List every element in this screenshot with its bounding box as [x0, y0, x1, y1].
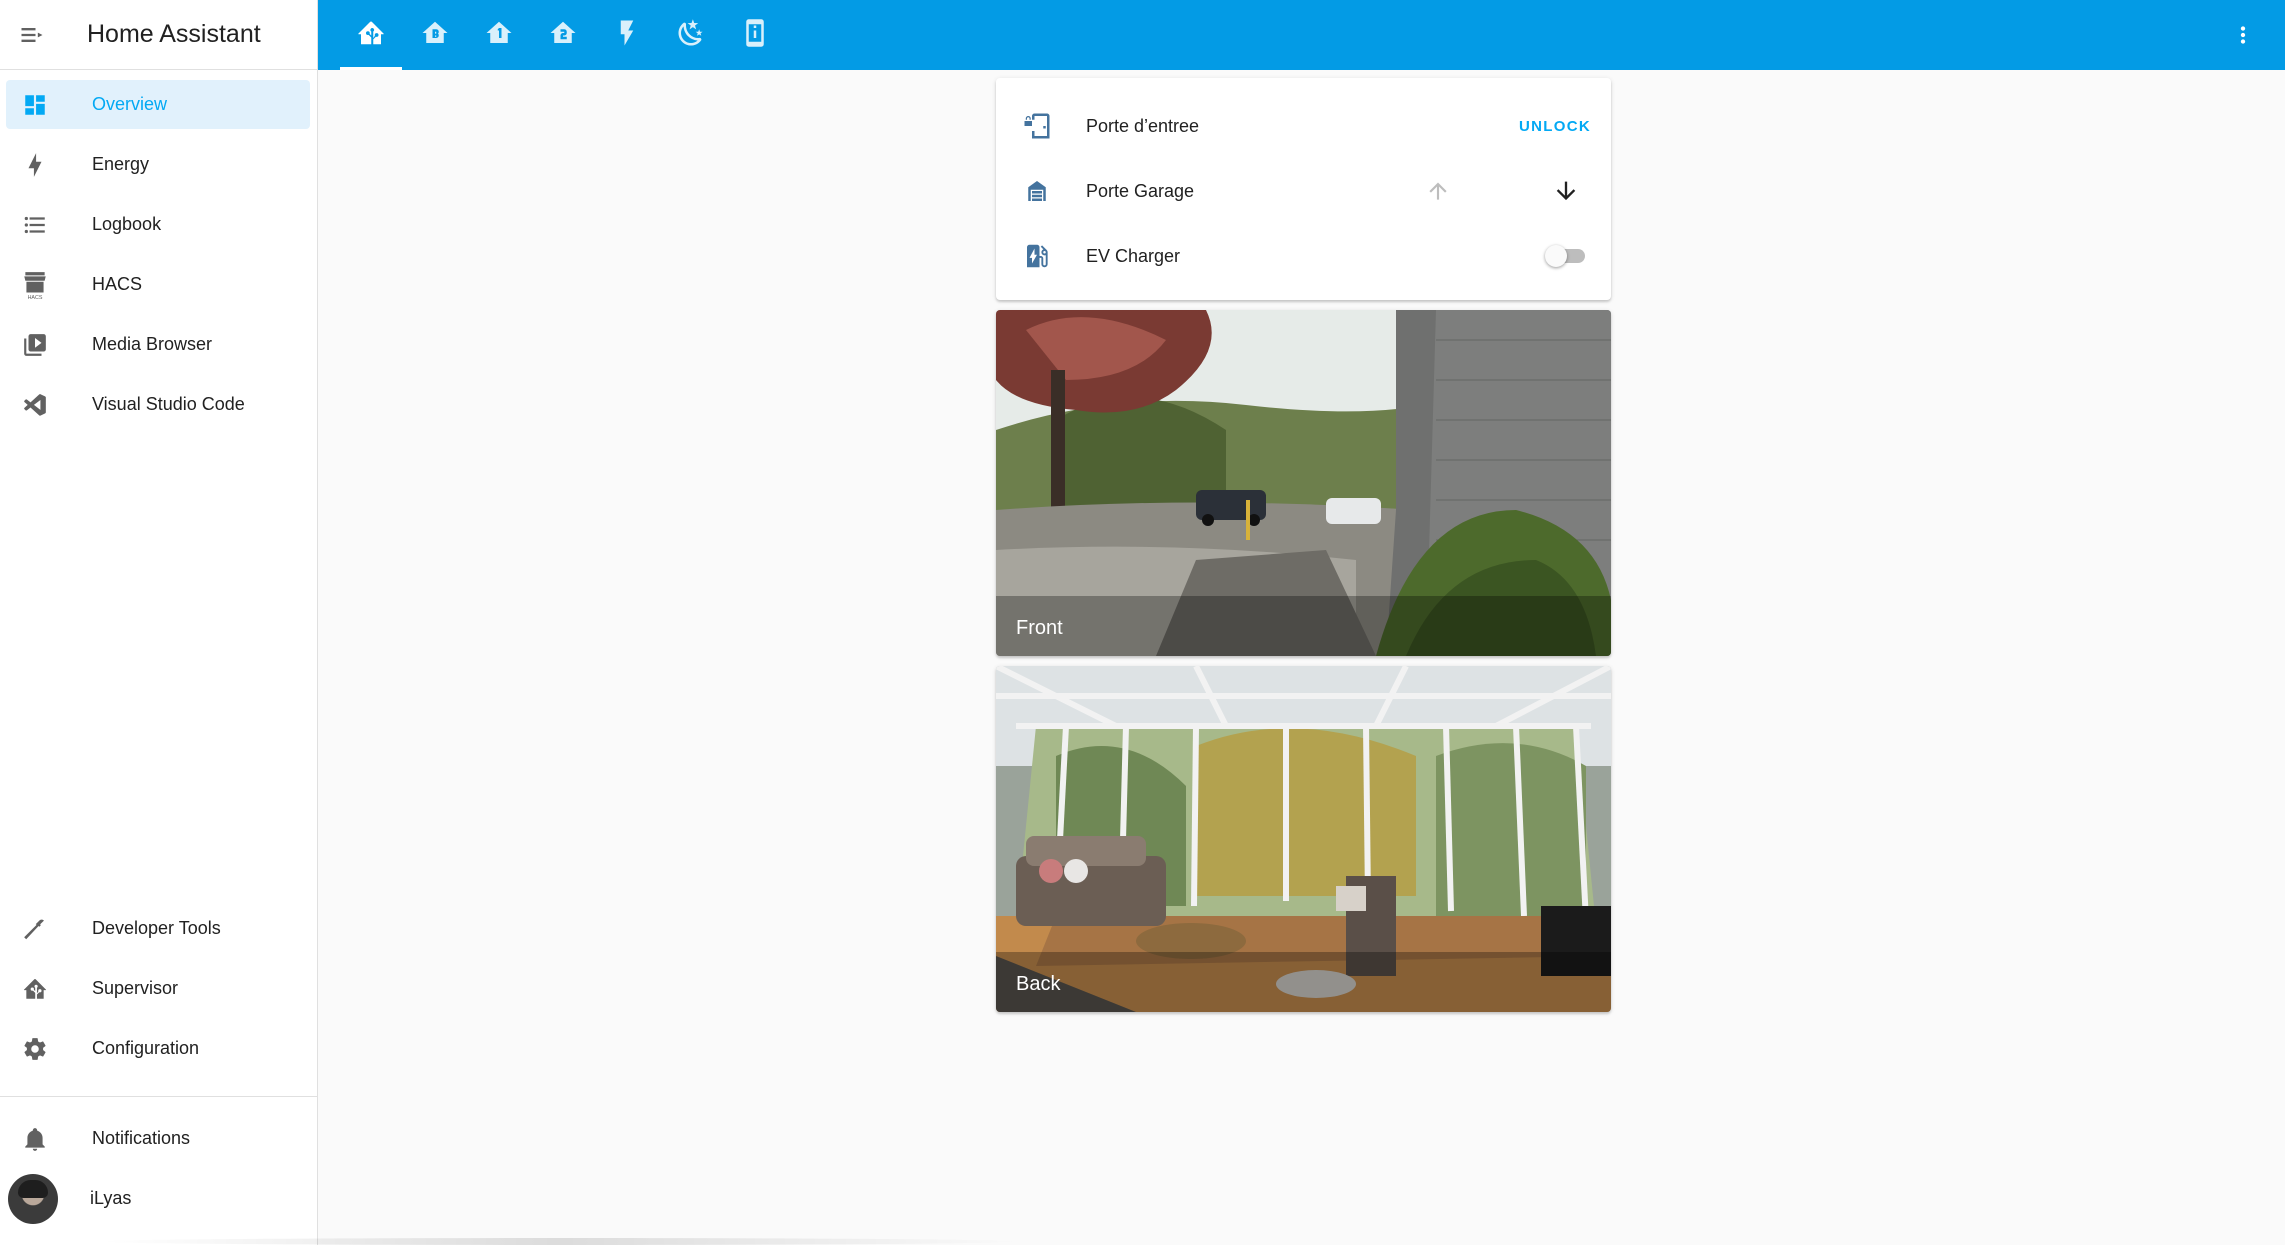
camera-card-front[interactable]: Front	[996, 310, 1611, 656]
camera-caption: Front	[996, 596, 1611, 656]
sidebar-item-developer-tools[interactable]: Developer Tools	[6, 904, 310, 953]
toggle-thumb	[1545, 245, 1567, 267]
sidebar-item-supervisor[interactable]: Supervisor	[6, 964, 310, 1013]
entity-name: Porte d’entree	[1086, 115, 1200, 136]
entities-card: Porte d’entree UNLOCK Porte Garage EV Ch…	[996, 78, 1611, 300]
arrow-down-icon	[1556, 181, 1576, 201]
home-floor-1-icon	[484, 18, 514, 53]
camera-card-back[interactable]: Back	[996, 666, 1611, 1012]
camera-name: Front	[1016, 617, 1063, 639]
more-options-icon[interactable]	[2225, 17, 2261, 53]
unlock-button[interactable]: UNLOCK	[1519, 118, 1591, 135]
weather-night-icon	[676, 18, 706, 53]
sidebar-item-label: Supervisor	[92, 978, 179, 998]
sidebar-item-hacs[interactable]: HACS HACS	[6, 260, 310, 309]
entity-name: EV Charger	[1086, 245, 1181, 266]
menu-toggle-icon[interactable]	[2, 5, 62, 65]
cellphone-information-icon	[740, 18, 770, 53]
bell-icon	[18, 1122, 52, 1156]
sidebar-item-configuration[interactable]: Configuration	[6, 1024, 310, 1073]
sidebar-item-media-browser[interactable]: Media Browser	[6, 320, 310, 369]
lightning-bolt-icon	[18, 148, 52, 182]
entity-name: Porte Garage	[1086, 180, 1195, 201]
garage-icon[interactable]	[1022, 176, 1052, 206]
top-app-bar	[318, 0, 2285, 70]
tab-floor-b[interactable]	[404, 0, 466, 70]
flash-icon	[612, 18, 642, 53]
tab-home-assistant[interactable]	[340, 0, 402, 70]
sidebar-item-label: Notifications	[92, 1128, 191, 1148]
sidebar-item-overview[interactable]: Overview	[6, 80, 310, 129]
sidebar-item-label: Overview	[92, 94, 168, 114]
svg-text:HACS: HACS	[28, 294, 43, 299]
sidebar-divider	[0, 1096, 318, 1097]
hacs-store-icon: HACS	[18, 268, 52, 302]
sidebar-item-label: Media Browser	[92, 334, 213, 354]
sidebar-item-profile[interactable]: iLyas	[6, 1173, 310, 1224]
sidebar-item-label: Visual Studio Code	[92, 394, 245, 414]
sidebar-item-label: Logbook	[92, 214, 162, 234]
tab-floor-1[interactable]	[468, 0, 530, 70]
bottom-shadow	[100, 1238, 1020, 1245]
tab-night[interactable]	[660, 0, 722, 70]
sidebar-item-logbook[interactable]: Logbook	[6, 200, 310, 249]
sidebar-item-notifications[interactable]: Notifications	[6, 1114, 310, 1163]
vscode-icon	[18, 388, 52, 422]
format-list-bulleted-icon	[18, 208, 52, 242]
ev-station-icon[interactable]	[1022, 241, 1052, 271]
sidebar-item-label: Configuration	[92, 1038, 200, 1058]
sidebar-item-label: iLyas	[90, 1188, 132, 1208]
ev-charger-toggle[interactable]	[1545, 244, 1587, 268]
play-box-multiple-icon	[18, 328, 52, 362]
tab-floor-2[interactable]	[532, 0, 594, 70]
camera-name: Back	[1016, 973, 1061, 995]
sidebar-item-energy[interactable]: Energy	[6, 140, 310, 189]
tab-energy[interactable]	[596, 0, 658, 70]
home-assistant-icon	[356, 18, 386, 53]
entity-row-ev-charger: EV Charger	[996, 224, 1611, 288]
sidebar-item-label: Developer Tools	[92, 918, 221, 938]
avatar	[8, 1173, 58, 1224]
cog-icon	[18, 1032, 52, 1066]
sidebar: Home Assistant Overview Energy Logbook H…	[0, 0, 318, 1245]
camera-caption: Back	[996, 952, 1611, 1012]
entity-row-front-door: Porte d’entree UNLOCK	[996, 94, 1611, 158]
app-title: Home Assistant	[87, 20, 261, 48]
home-floor-2-icon	[548, 18, 578, 53]
view-dashboard-icon	[18, 88, 52, 122]
sidebar-item-label: Energy	[92, 154, 150, 174]
sidebar-header: Home Assistant	[0, 0, 317, 70]
entity-row-garage: Porte Garage	[996, 159, 1611, 223]
hammer-icon	[18, 912, 52, 946]
tab-device-info[interactable]	[724, 0, 786, 70]
arrow-up-icon	[1429, 182, 1447, 200]
home-floor-b-icon	[420, 18, 450, 53]
sidebar-item-visual-studio-code[interactable]: Visual Studio Code	[6, 380, 310, 429]
close-cover-button[interactable]	[1546, 171, 1586, 211]
home-assistant-icon	[18, 972, 52, 1006]
open-cover-button[interactable]	[1418, 171, 1458, 211]
door-lock-icon[interactable]	[1022, 111, 1052, 141]
sidebar-item-label: HACS	[92, 274, 143, 294]
